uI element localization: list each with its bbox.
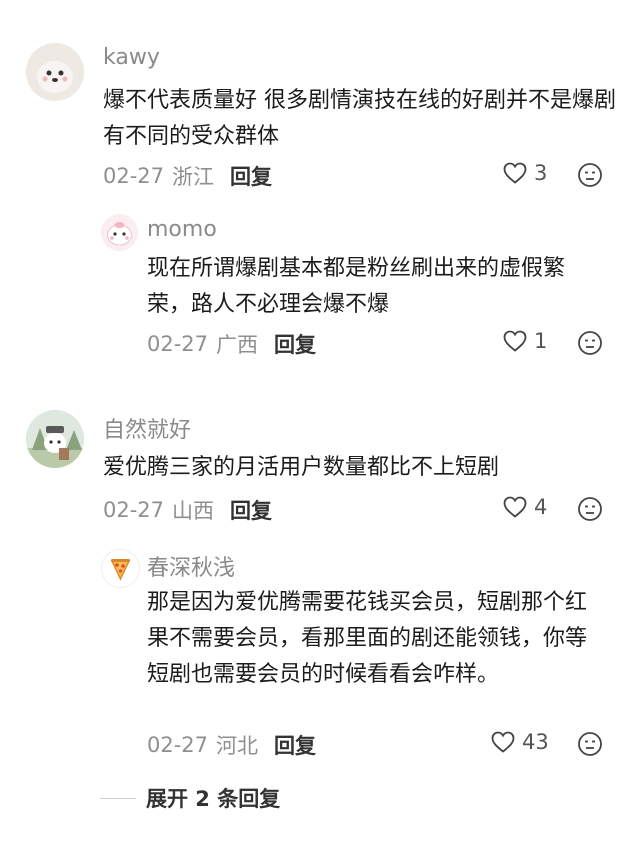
unhappy-face-icon[interactable] bbox=[577, 496, 603, 522]
like-count: 1 bbox=[534, 329, 548, 353]
divider bbox=[100, 797, 136, 799]
heart-outline-icon bbox=[503, 330, 527, 352]
heart-outline-icon bbox=[503, 162, 527, 184]
comment-date: 02-27 bbox=[103, 498, 165, 522]
like-button[interactable]: 4 bbox=[502, 495, 547, 519]
comment-text: 爆不代表质量好 很多剧情演技在线的好剧并不是爆剧 有不同的受众群体 bbox=[103, 88, 616, 149]
comment-location: 河北 bbox=[216, 734, 259, 758]
comment-location: 浙江 bbox=[172, 165, 215, 189]
expand-replies-button[interactable]: 展开 2 条回复 bbox=[100, 783, 280, 813]
comment-location: 广西 bbox=[216, 333, 259, 357]
reply-button[interactable]: 回复 bbox=[230, 495, 272, 525]
pizza-icon bbox=[110, 559, 131, 581]
username[interactable]: kawy bbox=[103, 45, 160, 70]
avatar[interactable] bbox=[101, 549, 140, 588]
like-button[interactable]: 1 bbox=[502, 329, 547, 353]
username[interactable]: 自然就好 bbox=[103, 412, 191, 444]
comment-text: 爱优腾三家的月活用户数量都比不上短剧 bbox=[103, 455, 500, 480]
reply-button[interactable]: 回复 bbox=[274, 329, 316, 359]
username[interactable]: 春深秋浅 bbox=[147, 550, 235, 582]
comment-meta: 02-27 河北 回复 bbox=[147, 730, 316, 760]
comment-text: 现在所谓爆剧基本都是粉丝刷出来的虚假繁荣，路人不必理会爆不爆 bbox=[147, 256, 566, 317]
like-count: 43 bbox=[522, 730, 549, 754]
heart-outline-icon bbox=[491, 731, 515, 753]
unhappy-face-icon[interactable] bbox=[577, 731, 603, 757]
comment-date: 02-27 bbox=[147, 332, 209, 356]
comment-meta: 02-27 浙江 回复 bbox=[103, 161, 272, 191]
like-count: 3 bbox=[534, 161, 548, 185]
comment-text: 那是因为爱优腾需要花钱买会员，短剧那个红果不需要会员，看那里面的剧还能领钱，你等… bbox=[147, 590, 588, 687]
like-button[interactable]: 3 bbox=[502, 161, 547, 185]
expand-replies-label: 展开 2 条回复 bbox=[146, 787, 281, 811]
username[interactable]: momo bbox=[147, 217, 217, 242]
like-button[interactable]: 43 bbox=[490, 730, 549, 754]
unhappy-face-icon[interactable] bbox=[577, 162, 603, 188]
reply-button[interactable]: 回复 bbox=[230, 161, 272, 191]
reply-button[interactable]: 回复 bbox=[274, 730, 316, 760]
comment-date: 02-27 bbox=[147, 733, 209, 757]
unhappy-face-icon[interactable] bbox=[577, 330, 603, 356]
comment-meta: 02-27 广西 回复 bbox=[147, 329, 316, 359]
comment-date: 02-27 bbox=[103, 164, 165, 188]
heart-outline-icon bbox=[503, 496, 527, 518]
comment-meta: 02-27 山西 回复 bbox=[103, 495, 272, 525]
avatar[interactable] bbox=[101, 214, 138, 251]
comment-location: 山西 bbox=[172, 499, 215, 523]
like-count: 4 bbox=[534, 495, 548, 519]
avatar[interactable] bbox=[26, 43, 84, 101]
avatar[interactable] bbox=[26, 410, 84, 468]
